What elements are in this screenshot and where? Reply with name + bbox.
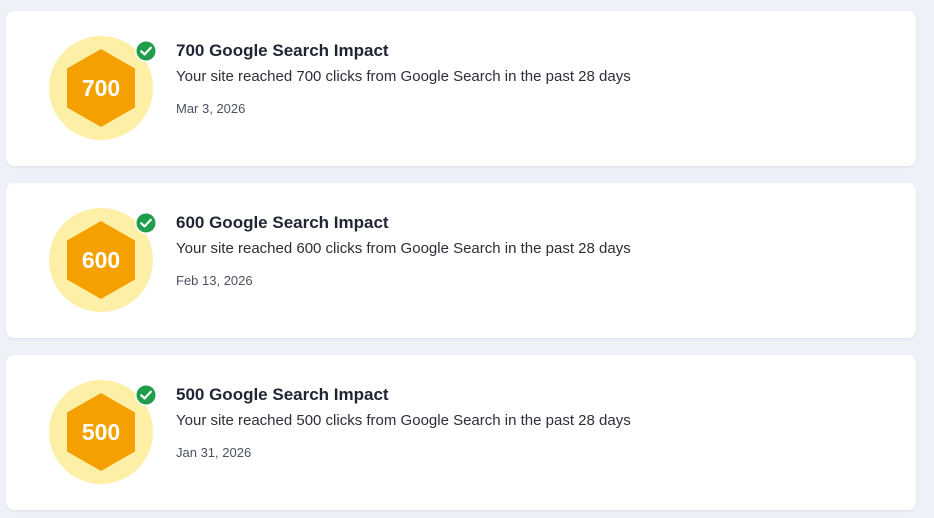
milestone-badge: 600 (49, 208, 157, 312)
check-circle-icon (135, 384, 157, 406)
milestone-date: Feb 13, 2026 (176, 273, 253, 288)
badge-number: 700 (81, 75, 121, 101)
milestone-content: 700 Google Search Impact Your site reach… (176, 41, 896, 117)
check-circle-icon (135, 40, 157, 62)
milestone-card[interactable]: 700 700 Google Search Impact Your site r… (6, 11, 916, 166)
milestone-description: Your site reached 600 clicks from Google… (176, 240, 631, 257)
milestone-content: 500 Google Search Impact Your site reach… (176, 385, 896, 461)
badge-number: 500 (81, 419, 121, 445)
badge-number: 600 (81, 247, 121, 273)
milestone-badge: 500 (49, 380, 157, 484)
milestone-card[interactable]: 500 500 Google Search Impact Your site r… (6, 355, 916, 510)
milestone-description: Your site reached 700 clicks from Google… (176, 68, 631, 85)
milestone-content: 600 Google Search Impact Your site reach… (176, 213, 896, 289)
milestone-title: 700 Google Search Impact (176, 41, 389, 60)
milestone-badge: 700 (49, 36, 157, 140)
milestone-card[interactable]: 600 600 Google Search Impact Your site r… (6, 183, 916, 338)
milestone-date: Jan 31, 2026 (176, 445, 252, 460)
check-circle-icon (135, 212, 157, 234)
milestone-description: Your site reached 500 clicks from Google… (176, 412, 631, 429)
milestone-title: 600 Google Search Impact (176, 213, 389, 232)
milestone-list: 700 700 Google Search Impact Your site r… (0, 0, 934, 518)
milestone-date: Mar 3, 2026 (176, 101, 246, 116)
milestone-title: 500 Google Search Impact (176, 385, 389, 404)
